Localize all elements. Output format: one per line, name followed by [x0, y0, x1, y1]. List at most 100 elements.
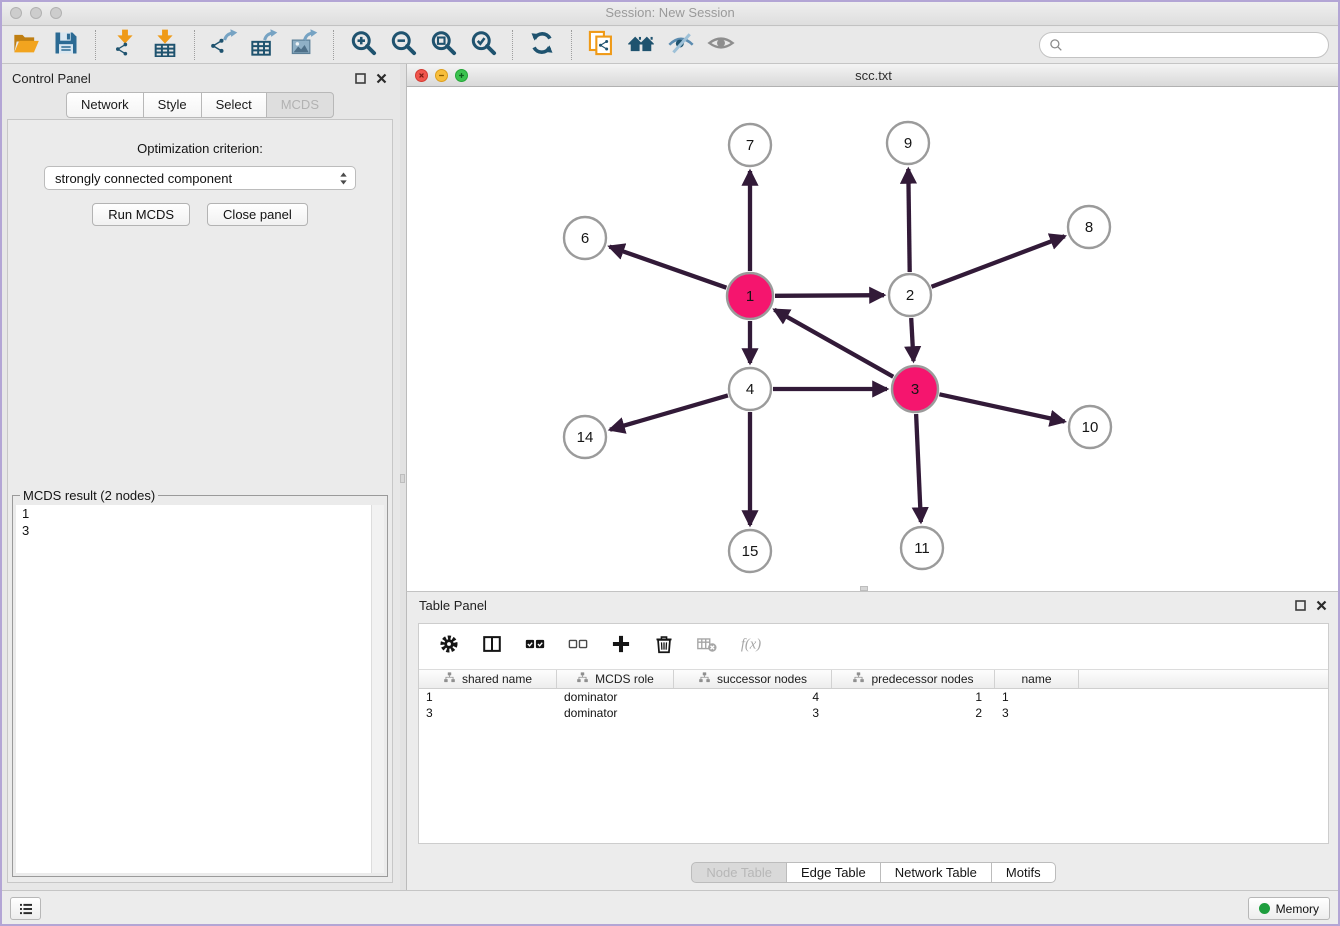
- graph-node-1[interactable]: 1: [727, 273, 773, 319]
- tab-motifs[interactable]: Motifs: [992, 862, 1056, 883]
- close-table-panel-icon[interactable]: [1315, 599, 1328, 612]
- graph-edge-3-11[interactable]: [916, 414, 921, 522]
- toolbar-separator: [571, 30, 572, 60]
- float-table-panel-icon[interactable]: [1294, 599, 1307, 612]
- network-minimize-button[interactable]: [435, 69, 448, 82]
- tab-select[interactable]: Select: [201, 92, 266, 118]
- toolbar-groups: [6, 29, 741, 62]
- search-input[interactable]: [1069, 38, 1320, 53]
- column-header-name[interactable]: name: [995, 670, 1079, 688]
- graph-edge-2-9[interactable]: [908, 169, 909, 272]
- graph-edge-2-3[interactable]: [911, 318, 913, 361]
- clone-network-button[interactable]: [581, 29, 621, 62]
- select-all-columns-button[interactable]: [523, 635, 547, 659]
- network-maximize-button[interactable]: [455, 69, 468, 82]
- graph-node-15[interactable]: 15: [729, 530, 771, 572]
- graph-edge-1-2[interactable]: [775, 295, 884, 296]
- graph-node-label: 8: [1085, 219, 1093, 236]
- column-header-predecessor-nodes[interactable]: predecessor nodes: [832, 670, 995, 688]
- graph-node-label: 6: [581, 230, 589, 247]
- column-header-label: shared name: [462, 672, 532, 686]
- tab-style[interactable]: Style: [143, 92, 201, 118]
- close-panel-button[interactable]: Close panel: [207, 203, 308, 226]
- graph-node-6[interactable]: 6: [564, 217, 606, 259]
- toolbar-separator: [333, 30, 334, 60]
- memory-status-icon: [1259, 903, 1270, 914]
- mcds-panel: Optimization criterion: strongly connect…: [7, 119, 393, 883]
- hide-selected-icon: [667, 29, 695, 62]
- graph-edge-3-1[interactable]: [774, 310, 893, 377]
- show-column-panel-button[interactable]: [480, 635, 504, 659]
- save-session-button[interactable]: [46, 29, 86, 62]
- result-line: 3: [16, 522, 384, 539]
- table-cell: dominator: [557, 690, 674, 704]
- export-network-button[interactable]: [204, 29, 244, 62]
- table-row[interactable]: 3dominator323: [419, 705, 1328, 721]
- create-column-icon: [610, 633, 632, 660]
- column-header-successor-nodes[interactable]: successor nodes: [674, 670, 832, 688]
- deselect-all-columns-button[interactable]: [566, 635, 590, 659]
- zoom-fit-button[interactable]: [423, 29, 463, 62]
- run-mcds-button[interactable]: Run MCDS: [92, 203, 190, 226]
- table-cell: 4: [674, 690, 832, 704]
- zoom-out-button[interactable]: [383, 29, 423, 62]
- table-settings-button[interactable]: [437, 635, 461, 659]
- mcds-result-text[interactable]: 13: [16, 505, 384, 873]
- close-panel-icon[interactable]: [375, 72, 388, 85]
- table-panel: Table Panel f(x) shared name: [406, 591, 1340, 890]
- graph-node-label: 7: [746, 137, 754, 154]
- graph-node-14[interactable]: 14: [564, 416, 606, 458]
- import-table-icon: [151, 29, 179, 62]
- network-canvas[interactable]: 7 9 6 8 1 2 4 3 14 10 15 11: [407, 87, 1340, 591]
- result-scrollbar[interactable]: [371, 505, 384, 873]
- show-eye-icon: [707, 29, 735, 62]
- create-column-button[interactable]: [609, 635, 633, 659]
- export-image-button[interactable]: [284, 29, 324, 62]
- graph-edge-3-10[interactable]: [939, 394, 1064, 421]
- table-row[interactable]: 1dominator411: [419, 689, 1328, 705]
- graph-node-2[interactable]: 2: [889, 274, 931, 316]
- window-title: Session: New Session: [0, 5, 1340, 20]
- graph-node-3[interactable]: 3: [892, 366, 938, 412]
- show-eye-button[interactable]: [701, 29, 741, 62]
- memory-button[interactable]: Memory: [1248, 897, 1330, 920]
- network-close-button[interactable]: [415, 69, 428, 82]
- apply-layout-button[interactable]: [522, 29, 562, 62]
- search-box[interactable]: [1039, 32, 1329, 58]
- graph-node-4[interactable]: 4: [729, 368, 771, 410]
- float-panel-icon[interactable]: [354, 72, 367, 85]
- tab-edge-table[interactable]: Edge Table: [787, 862, 881, 883]
- export-table-icon: [250, 29, 278, 62]
- column-header-shared-name[interactable]: shared name: [419, 670, 557, 688]
- tab-node-table[interactable]: Node Table: [691, 862, 787, 883]
- list-icon: [17, 900, 35, 918]
- import-table-button[interactable]: [145, 29, 185, 62]
- tab-network[interactable]: Network: [66, 92, 143, 118]
- table-cell: 1: [832, 690, 995, 704]
- graph-node-7[interactable]: 7: [729, 124, 771, 166]
- graph-node-10[interactable]: 10: [1069, 406, 1111, 448]
- open-session-button[interactable]: [6, 29, 46, 62]
- column-header-MCDS-role[interactable]: MCDS role: [557, 670, 674, 688]
- graph-node-11[interactable]: 11: [901, 527, 943, 569]
- import-network-button[interactable]: [105, 29, 145, 62]
- graph-edge-2-8[interactable]: [932, 236, 1065, 287]
- graph-node-9[interactable]: 9: [887, 122, 929, 164]
- graph-edge-4-14[interactable]: [610, 395, 728, 429]
- zoom-in-button[interactable]: [343, 29, 383, 62]
- show-all-networks-button[interactable]: [621, 29, 661, 62]
- tab-mcds[interactable]: MCDS: [266, 92, 334, 118]
- zoom-selected-button[interactable]: [463, 29, 503, 62]
- criterion-dropdown[interactable]: strongly connected component: [44, 166, 356, 190]
- table-panel-header: Table Panel: [407, 592, 1340, 619]
- network-window-titlebar: scc.txt: [407, 64, 1340, 87]
- graph-node-8[interactable]: 8: [1068, 206, 1110, 248]
- hide-selected-button[interactable]: [661, 29, 701, 62]
- table-cell: 2: [832, 706, 995, 720]
- delete-column-button[interactable]: [652, 635, 676, 659]
- graph-edge-1-6[interactable]: [610, 247, 727, 288]
- show-panels-button[interactable]: [10, 897, 41, 920]
- export-table-button[interactable]: [244, 29, 284, 62]
- tab-network-table[interactable]: Network Table: [881, 862, 992, 883]
- splitter-handle[interactable]: [400, 474, 405, 483]
